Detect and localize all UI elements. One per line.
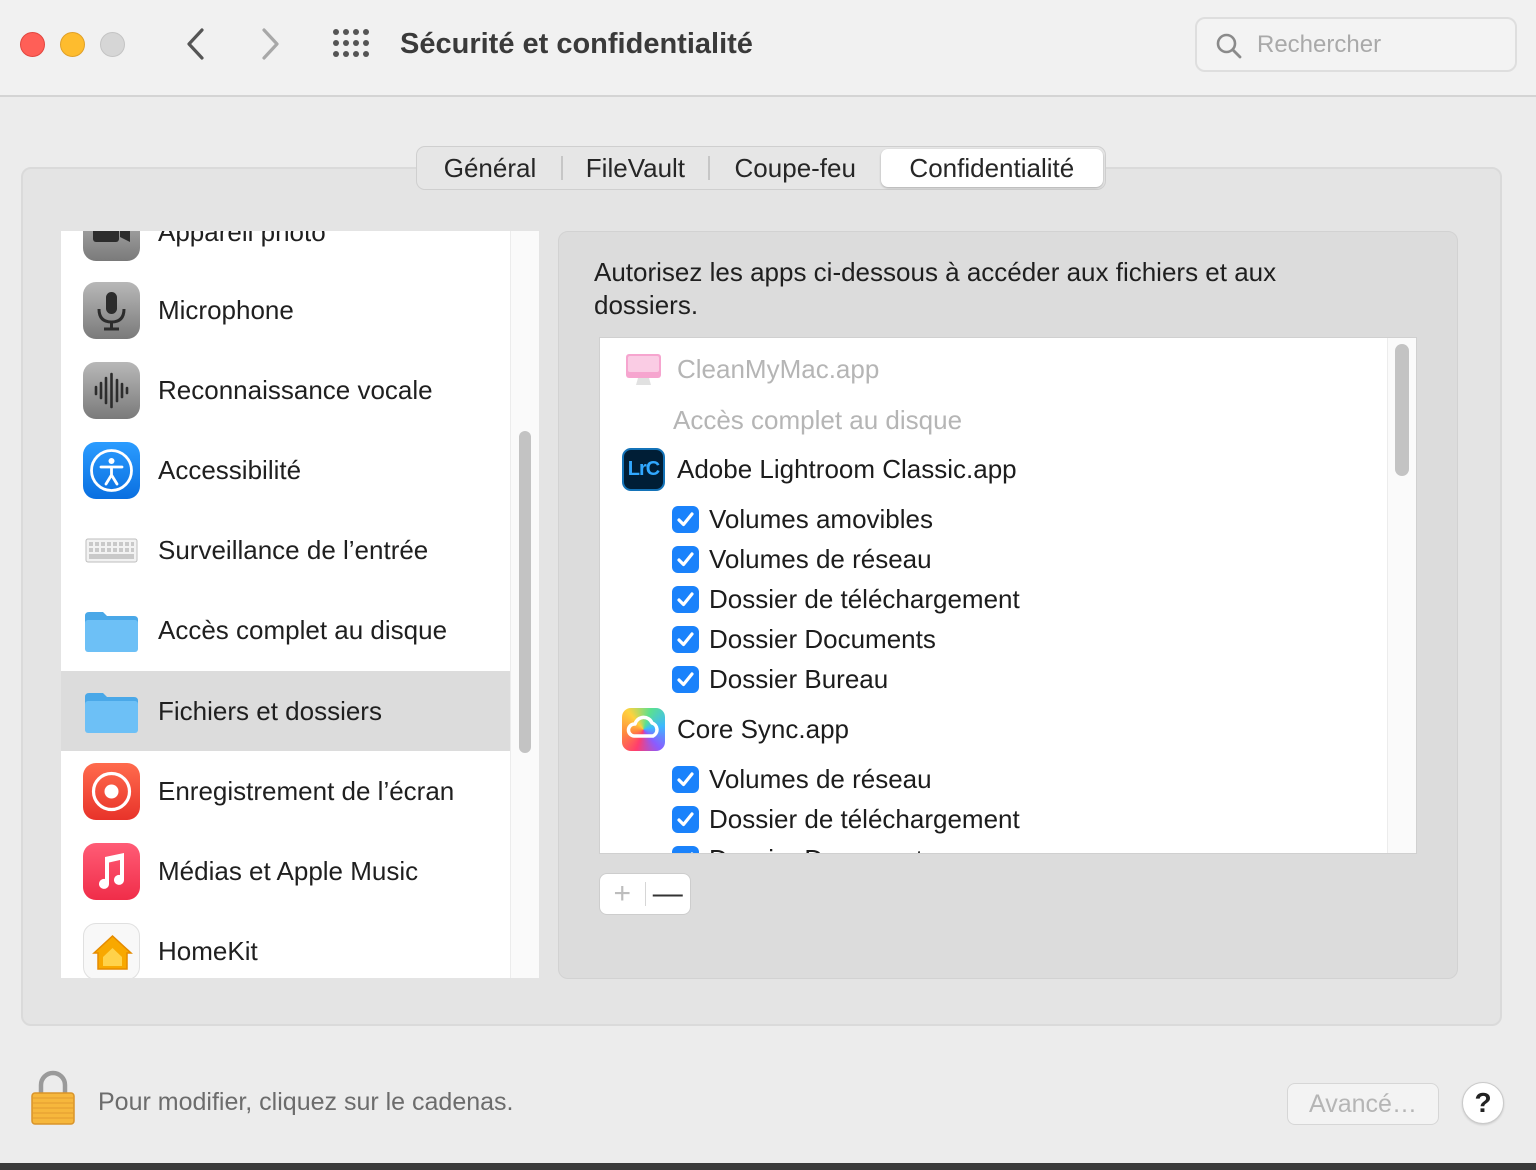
permission-checkbox[interactable]: Volumes de réseau bbox=[672, 541, 932, 577]
app-permissions-list[interactable]: CleanMyMac.app Accès complet au disque L… bbox=[599, 337, 1417, 854]
back-button[interactable] bbox=[174, 22, 218, 66]
screen-record-icon bbox=[83, 763, 140, 820]
sidebar-item-accessibility[interactable]: Accessibilité bbox=[61, 430, 510, 510]
tab-bar: Général FileVault Coupe-feu Confidential… bbox=[416, 146, 1106, 190]
sidebar-item-label: Reconnaissance vocale bbox=[158, 374, 433, 405]
checkbox-checked-icon[interactable] bbox=[672, 765, 699, 793]
app-row-lightroom[interactable]: LrC Adobe Lightroom Classic.app bbox=[622, 446, 1017, 492]
tab-filevault[interactable]: FileVault bbox=[563, 149, 708, 187]
permission-checkbox[interactable]: Volumes de réseau bbox=[672, 761, 932, 797]
sidebar-item-label: HomeKit bbox=[158, 935, 258, 966]
sidebar-item-label: Surveillance de l’entrée bbox=[158, 534, 429, 565]
search-input[interactable] bbox=[1257, 28, 1507, 62]
checkbox-checked-icon[interactable] bbox=[672, 845, 699, 853]
microphone-icon bbox=[83, 282, 140, 339]
sidebar-item-screen-recording[interactable]: Enregistrement de l’écran bbox=[61, 751, 510, 831]
close-button[interactable] bbox=[20, 32, 45, 57]
app-name: CleanMyMac.app bbox=[677, 353, 880, 384]
privacy-category-list[interactable]: Appareil photo Microphone Reconnaissance… bbox=[61, 231, 539, 978]
add-remove-control: + — bbox=[599, 873, 691, 915]
permission-label: Dossier Documents bbox=[709, 844, 936, 854]
sidebar-item-files-and-folders[interactable]: Fichiers et dossiers bbox=[61, 671, 510, 751]
permission-label: Volumes amovibles bbox=[709, 503, 933, 534]
checkbox-checked-icon[interactable] bbox=[672, 585, 699, 613]
lock-icon[interactable] bbox=[28, 1068, 78, 1128]
checkbox-checked-icon[interactable] bbox=[672, 625, 699, 653]
folder-icon bbox=[83, 683, 140, 740]
permission-label: Dossier Bureau bbox=[709, 663, 889, 694]
sidebar-item-label: Microphone bbox=[158, 294, 294, 325]
checkbox-checked-icon[interactable] bbox=[672, 665, 699, 693]
waveform-icon bbox=[83, 362, 140, 419]
permission-checkbox[interactable]: Dossier Bureau bbox=[672, 661, 888, 697]
advanced-button[interactable]: Avancé… bbox=[1287, 1083, 1439, 1125]
cleanmymac-icon bbox=[622, 348, 665, 391]
app-row-core-sync[interactable]: Core Sync.app bbox=[622, 706, 849, 752]
folder-icon bbox=[83, 602, 140, 659]
lightroom-icon: LrC bbox=[622, 447, 665, 491]
chevron-left-icon bbox=[187, 28, 204, 60]
minimize-button[interactable] bbox=[60, 32, 85, 57]
chevron-right-icon bbox=[262, 28, 279, 60]
permission-checkbox[interactable]: Volumes amovibles bbox=[672, 501, 933, 537]
add-app-button[interactable]: + bbox=[600, 874, 645, 914]
sidebar-item-label: Médias et Apple Music bbox=[158, 855, 419, 886]
tab-privacy[interactable]: Confidentialité bbox=[880, 149, 1103, 187]
search-icon bbox=[1216, 33, 1242, 59]
tab-general[interactable]: Général bbox=[419, 149, 561, 187]
sidebar-item-media-apple-music[interactable]: Médias et Apple Music bbox=[61, 831, 510, 911]
permission-checkbox[interactable]: Dossier Documents bbox=[672, 621, 936, 657]
accessibility-icon bbox=[83, 442, 140, 499]
sidebar-item-label: Accessibilité bbox=[158, 454, 302, 485]
sidebar-item-label: Appareil photo bbox=[158, 231, 326, 247]
title-bar: Sécurité et confidentialité bbox=[0, 0, 1536, 97]
permission-label: Volumes de réseau bbox=[709, 543, 932, 574]
app-name: Adobe Lightroom Classic.app bbox=[677, 453, 1017, 484]
permissions-description: Autorisez les apps ci-dessous à accéder … bbox=[594, 257, 1277, 320]
app-row-cleanmymac[interactable]: CleanMyMac.app bbox=[622, 346, 879, 392]
help-button[interactable]: ? bbox=[1462, 1082, 1504, 1124]
creative-cloud-icon bbox=[622, 707, 665, 751]
permission-label: Dossier de téléchargement bbox=[709, 803, 1020, 834]
checkbox-checked-icon[interactable] bbox=[672, 505, 699, 533]
permission-checkbox[interactable]: Dossier de téléchargement bbox=[672, 801, 1020, 837]
sidebar-item-label: Accès complet au disque bbox=[158, 614, 448, 645]
permission-label: Dossier Documents bbox=[709, 623, 936, 654]
app-name: Core Sync.app bbox=[677, 713, 849, 744]
remove-app-button[interactable]: — bbox=[645, 874, 690, 914]
music-note-icon bbox=[83, 843, 140, 900]
desktop-edge bbox=[0, 1163, 1536, 1170]
sidebar-item-homekit[interactable]: HomeKit bbox=[61, 911, 510, 978]
sidebar-item-full-disk-access[interactable]: Accès complet au disque bbox=[61, 590, 510, 670]
checkbox-checked-icon[interactable] bbox=[672, 805, 699, 833]
checkbox-checked-icon[interactable] bbox=[672, 545, 699, 573]
lock-hint: Pour modifier, cliquez sur le cadenas. bbox=[98, 1088, 514, 1116]
sidebar-scrollbar-thumb[interactable] bbox=[519, 431, 531, 753]
app-permission-note: Accès complet au disque bbox=[673, 404, 963, 435]
sidebar-item-speech-recognition[interactable]: Reconnaissance vocale bbox=[61, 350, 510, 430]
zoom-button[interactable] bbox=[100, 32, 125, 57]
sidebar-item-camera[interactable]: Appareil photo bbox=[61, 231, 510, 272]
sidebar-item-input-monitoring[interactable]: Surveillance de l’entrée bbox=[61, 510, 510, 590]
permission-label: Dossier de téléchargement bbox=[709, 583, 1020, 614]
sidebar-item-label: Enregistrement de l’écran bbox=[158, 775, 455, 806]
sidebar-item-label: Fichiers et dossiers bbox=[158, 695, 382, 726]
forward-button[interactable] bbox=[248, 22, 292, 66]
home-icon bbox=[83, 923, 140, 978]
permission-label: Volumes de réseau bbox=[709, 763, 932, 794]
window-title: Sécurité et confidentialité bbox=[400, 28, 753, 60]
show-all-grid-button[interactable] bbox=[330, 26, 372, 62]
permission-checkbox[interactable]: Dossier de téléchargement bbox=[672, 581, 1020, 617]
tab-firewall[interactable]: Coupe-feu bbox=[710, 149, 881, 187]
camera-icon bbox=[83, 231, 140, 261]
search-field[interactable] bbox=[1195, 17, 1517, 72]
keyboard-icon bbox=[83, 522, 140, 579]
app-list-scrollbar-thumb[interactable] bbox=[1395, 344, 1409, 476]
permission-checkbox[interactable]: Dossier Documents bbox=[672, 841, 936, 854]
sidebar-item-microphone[interactable]: Microphone bbox=[61, 270, 510, 350]
